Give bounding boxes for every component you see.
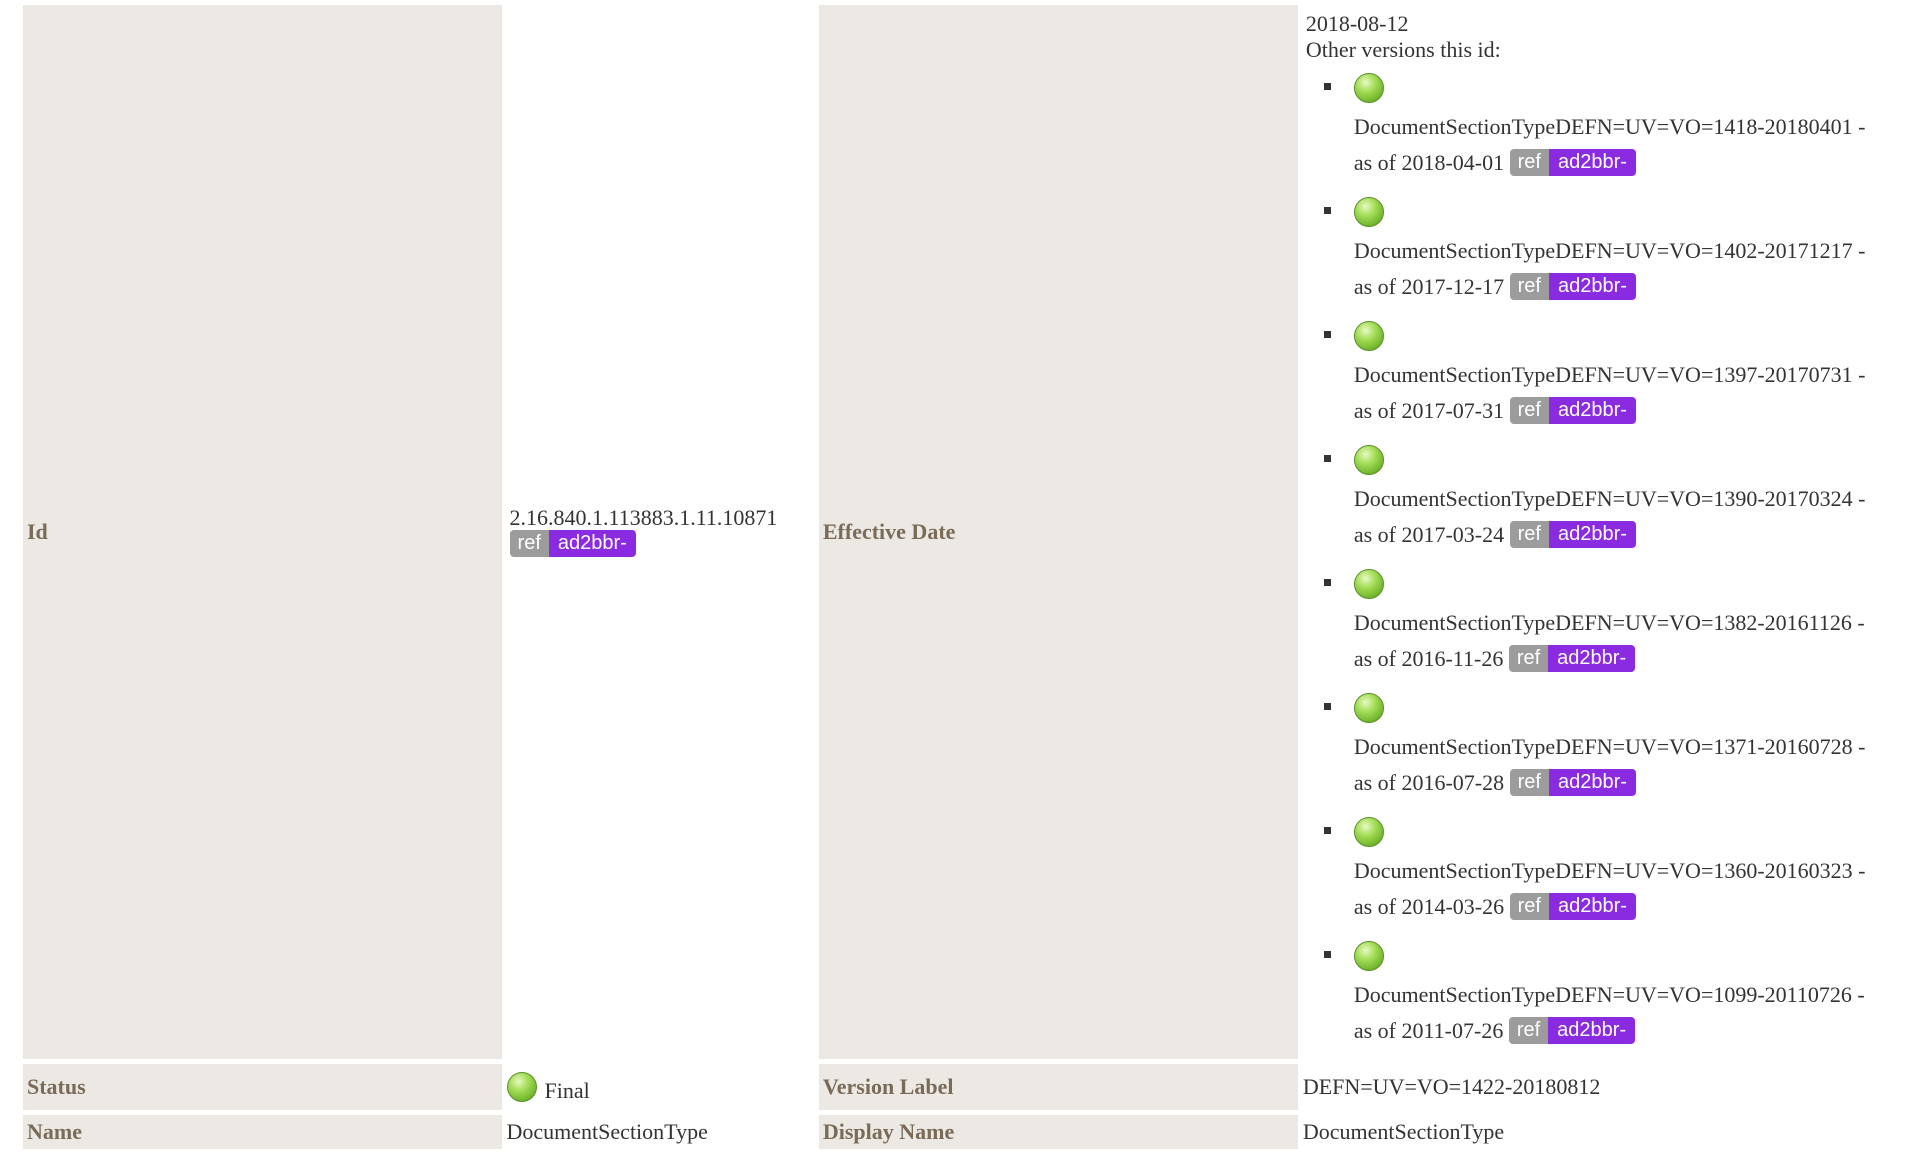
display-name-label: Display Name xyxy=(818,1115,1298,1149)
badge-prefix-label: ad2bbr- xyxy=(1548,1017,1636,1045)
list-bullet-icon xyxy=(1323,827,1331,834)
badge-prefix-label: ad2bbr- xyxy=(1548,645,1636,673)
status-final-icon xyxy=(1353,941,1384,971)
badge-ref-label: ref xyxy=(1508,645,1549,673)
badge-prefix-label: ad2bbr- xyxy=(1548,521,1636,549)
badge-ref-label: ref xyxy=(1509,769,1549,797)
version-list-item: DocumentSectionTypeDEFN=UV=VO=1371-20160… xyxy=(1306,687,1923,801)
version-ref-badge[interactable]: ref ad2bbr- xyxy=(1509,273,1636,301)
name-label: Name xyxy=(23,1115,502,1149)
list-bullet-icon xyxy=(1323,579,1331,586)
version-ref-badge[interactable]: ref ad2bbr- xyxy=(1509,769,1636,797)
version-ref-badge[interactable]: ref ad2bbr- xyxy=(1508,1017,1636,1045)
badge-prefix-label: ad2bbr- xyxy=(1548,273,1636,301)
badge-ref-label: ref xyxy=(1508,1017,1549,1045)
version-ref-badge[interactable]: ref ad2bbr- xyxy=(1509,397,1636,425)
list-bullet-icon xyxy=(1323,207,1331,214)
version-as-of: as of 2018-04-01 xyxy=(1353,150,1505,175)
version-as-of: as of 2016-07-28 xyxy=(1353,770,1505,795)
badge-ref-label: ref xyxy=(509,530,549,558)
status-final-icon xyxy=(506,1072,537,1102)
list-bullet-icon xyxy=(1323,83,1331,90)
version-as-of: as of 2017-12-17 xyxy=(1353,274,1505,299)
status-value: Final xyxy=(544,1078,590,1103)
badge-prefix-label: ad2bbr- xyxy=(548,530,636,558)
version-ref-badge[interactable]: ref ad2bbr- xyxy=(1509,149,1636,177)
valueset-metadata-table: Id 2.16.840.1.113883.1.11.10871 ref ad2b… xyxy=(18,0,1928,1154)
version-list-item: DocumentSectionTypeDEFN=UV=VO=1382-20161… xyxy=(1306,563,1923,677)
list-bullet-icon xyxy=(1323,703,1331,710)
badge-ref-label: ref xyxy=(1509,397,1549,425)
list-bullet-icon xyxy=(1323,331,1331,338)
name-value: DocumentSectionType xyxy=(506,1119,708,1144)
version-list-item: DocumentSectionTypeDEFN=UV=VO=1402-20171… xyxy=(1306,191,1923,305)
badge-prefix-label: ad2bbr- xyxy=(1548,893,1636,921)
other-versions-list: DocumentSectionTypeDEFN=UV=VO=1418-20180… xyxy=(1306,67,1923,1049)
version-name[interactable]: DocumentSectionTypeDEFN=UV=VO=1390-20170… xyxy=(1354,481,1923,517)
version-list-item: DocumentSectionTypeDEFN=UV=VO=1099-20110… xyxy=(1306,935,1923,1049)
version-as-of: as of 2017-03-24 xyxy=(1353,522,1505,547)
version-list-item: DocumentSectionTypeDEFN=UV=VO=1390-20170… xyxy=(1306,439,1923,553)
version-as-of: as of 2014-03-26 xyxy=(1353,894,1505,919)
display-name-value: DocumentSectionType xyxy=(1302,1119,1505,1144)
badge-prefix-label: ad2bbr- xyxy=(1548,769,1636,797)
version-name[interactable]: DocumentSectionTypeDEFN=UV=VO=1402-20171… xyxy=(1354,233,1923,269)
status-final-icon xyxy=(1353,73,1384,103)
version-label-label: Version Label xyxy=(818,1064,1298,1110)
effective-date-value: 2018-08-12 xyxy=(1305,11,1409,36)
status-final-icon xyxy=(1353,197,1384,227)
other-versions-label: Other versions this id: xyxy=(1305,37,1501,62)
badge-ref-label: ref xyxy=(1509,149,1549,177)
status-final-icon xyxy=(1353,569,1384,599)
version-as-of: as of 2011-07-26 xyxy=(1353,1018,1504,1043)
table-row-status: Status Final Version Label DEFN=UV=VO=14… xyxy=(23,1064,1923,1110)
version-name[interactable]: DocumentSectionTypeDEFN=UV=VO=1418-20180… xyxy=(1354,109,1923,145)
badge-prefix-label: ad2bbr- xyxy=(1548,397,1636,425)
version-list-item: DocumentSectionTypeDEFN=UV=VO=1418-20180… xyxy=(1306,67,1923,181)
version-name[interactable]: DocumentSectionTypeDEFN=UV=VO=1371-20160… xyxy=(1354,729,1923,765)
table-row-id: Id 2.16.840.1.113883.1.11.10871 ref ad2b… xyxy=(23,5,1923,1059)
status-final-icon xyxy=(1353,817,1384,847)
badge-prefix-label: ad2bbr- xyxy=(1548,149,1636,177)
version-as-of: as of 2016-11-26 xyxy=(1353,646,1504,671)
list-bullet-icon xyxy=(1323,455,1331,462)
version-ref-badge[interactable]: ref ad2bbr- xyxy=(1509,893,1636,921)
status-final-icon xyxy=(1353,445,1384,475)
table-row-name: Name DocumentSectionType Display Name Do… xyxy=(23,1115,1923,1149)
badge-ref-label: ref xyxy=(1509,893,1549,921)
status-final-icon xyxy=(1353,321,1384,351)
version-name[interactable]: DocumentSectionTypeDEFN=UV=VO=1382-20161… xyxy=(1354,605,1923,641)
version-as-of: as of 2017-07-31 xyxy=(1353,398,1505,423)
version-name[interactable]: DocumentSectionTypeDEFN=UV=VO=1397-20170… xyxy=(1354,357,1923,393)
version-name[interactable]: DocumentSectionTypeDEFN=UV=VO=1360-20160… xyxy=(1354,853,1923,889)
version-ref-badge[interactable]: ref ad2bbr- xyxy=(1508,645,1636,673)
status-value-cell: Final xyxy=(506,1064,814,1110)
status-final-icon xyxy=(1353,693,1384,723)
effective-date-label: Effective Date xyxy=(818,5,1298,1059)
version-name[interactable]: DocumentSectionTypeDEFN=UV=VO=1099-20110… xyxy=(1354,977,1923,1013)
version-list-item: DocumentSectionTypeDEFN=UV=VO=1397-20170… xyxy=(1306,315,1923,429)
status-label: Status xyxy=(23,1064,502,1110)
id-value-cell: 2.16.840.1.113883.1.11.10871 ref ad2bbr- xyxy=(507,5,814,1059)
list-bullet-icon xyxy=(1323,951,1331,958)
id-ref-badge[interactable]: ref ad2bbr- xyxy=(509,530,636,558)
id-label: Id xyxy=(23,5,502,1059)
version-label-value: DEFN=UV=VO=1422-20180812 xyxy=(1302,1074,1601,1099)
version-ref-badge[interactable]: ref ad2bbr- xyxy=(1509,521,1636,549)
badge-ref-label: ref xyxy=(1509,273,1549,301)
id-value: 2.16.840.1.113883.1.11.10871 xyxy=(509,504,778,530)
effective-date-value-cell: 2018-08-12 Other versions this id: Docum… xyxy=(1303,5,1923,1059)
badge-ref-label: ref xyxy=(1509,521,1549,549)
version-list-item: DocumentSectionTypeDEFN=UV=VO=1360-20160… xyxy=(1306,811,1923,925)
